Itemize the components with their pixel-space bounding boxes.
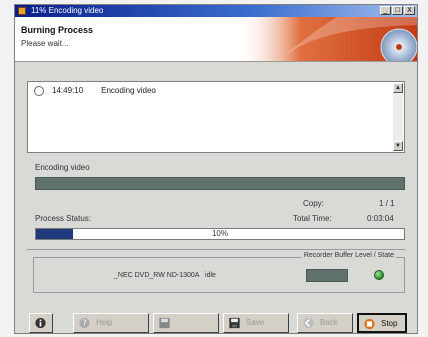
task-progress-bar [35,177,405,190]
help-icon: ? [79,317,90,329]
app-icon [18,7,26,15]
log-scrollbar[interactable]: ▲ ▼ [393,83,403,151]
svg-text:?: ? [82,319,86,328]
back-button-label: Back [320,318,338,327]
save-as-button[interactable] [153,313,219,333]
save-button-label: Save [246,318,265,327]
divider [27,249,405,250]
recorder-state: idle [205,272,216,279]
minimize-button[interactable]: _ [380,6,391,15]
maximize-button[interactable]: □ [392,6,403,15]
progress-percent: 10% [211,229,228,238]
total-time-label: Total Time: [293,214,332,223]
copy-label: Copy: [303,199,324,208]
close-button[interactable]: X [404,6,415,15]
clock-icon [34,86,44,96]
window-title: 11% Encoding video [31,6,104,15]
recorder-group-title: Recorder Buffer Level / State [301,252,396,259]
log-time: 14:49:10 [52,86,84,95]
app-window: 11% Encoding video _ □ X Burning Process… [14,4,418,334]
header-banner: Burning Process Please wait... [15,17,417,62]
buffer-level-bar [306,269,348,282]
button-bar: ? Help Save Back Stop [29,313,407,335]
stop-button-label: Stop [381,319,398,328]
scroll-down-icon[interactable]: ▼ [393,141,403,151]
page-title: Burning Process [21,25,94,35]
status-led-icon [374,270,384,280]
log-list[interactable]: 14:49:10 Encoding video ▲ ▼ [27,81,405,153]
copy-value: 1 / 1 [379,199,395,208]
help-button[interactable]: ? Help [73,313,149,333]
window-controls: _ □ X [380,6,415,15]
log-entry: 14:49:10 Encoding video [34,86,156,96]
info-icon [35,317,46,329]
total-time-value: 0:03:04 [367,214,394,223]
floppy-icon [229,317,240,329]
disk-icon [159,317,170,329]
page-subtitle: Please wait... [21,39,69,48]
info-button[interactable] [29,313,53,333]
process-status-label: Process Status: [35,214,92,223]
current-task-label: Encoding video [35,163,90,172]
scroll-up-icon[interactable]: ▲ [393,83,403,93]
process-progress-bar: 10% [35,228,405,240]
stop-button[interactable]: Stop [357,313,407,333]
stop-icon [364,318,375,330]
back-button[interactable]: Back [297,313,353,333]
help-button-label: Help [96,318,113,327]
title-bar[interactable]: 11% Encoding video _ □ X [15,5,417,17]
save-button[interactable]: Save [223,313,289,333]
recorder-group: Recorder Buffer Level / State _NEC DVD_R… [33,252,405,293]
log-message: Encoding video [101,86,156,95]
disc-banner-art [237,17,417,61]
recorder-device-name: _NEC DVD_RW ND-1300A [114,272,200,279]
recorder-device: _NEC DVD_RW ND-1300A idle [114,272,216,279]
back-icon [303,317,314,329]
